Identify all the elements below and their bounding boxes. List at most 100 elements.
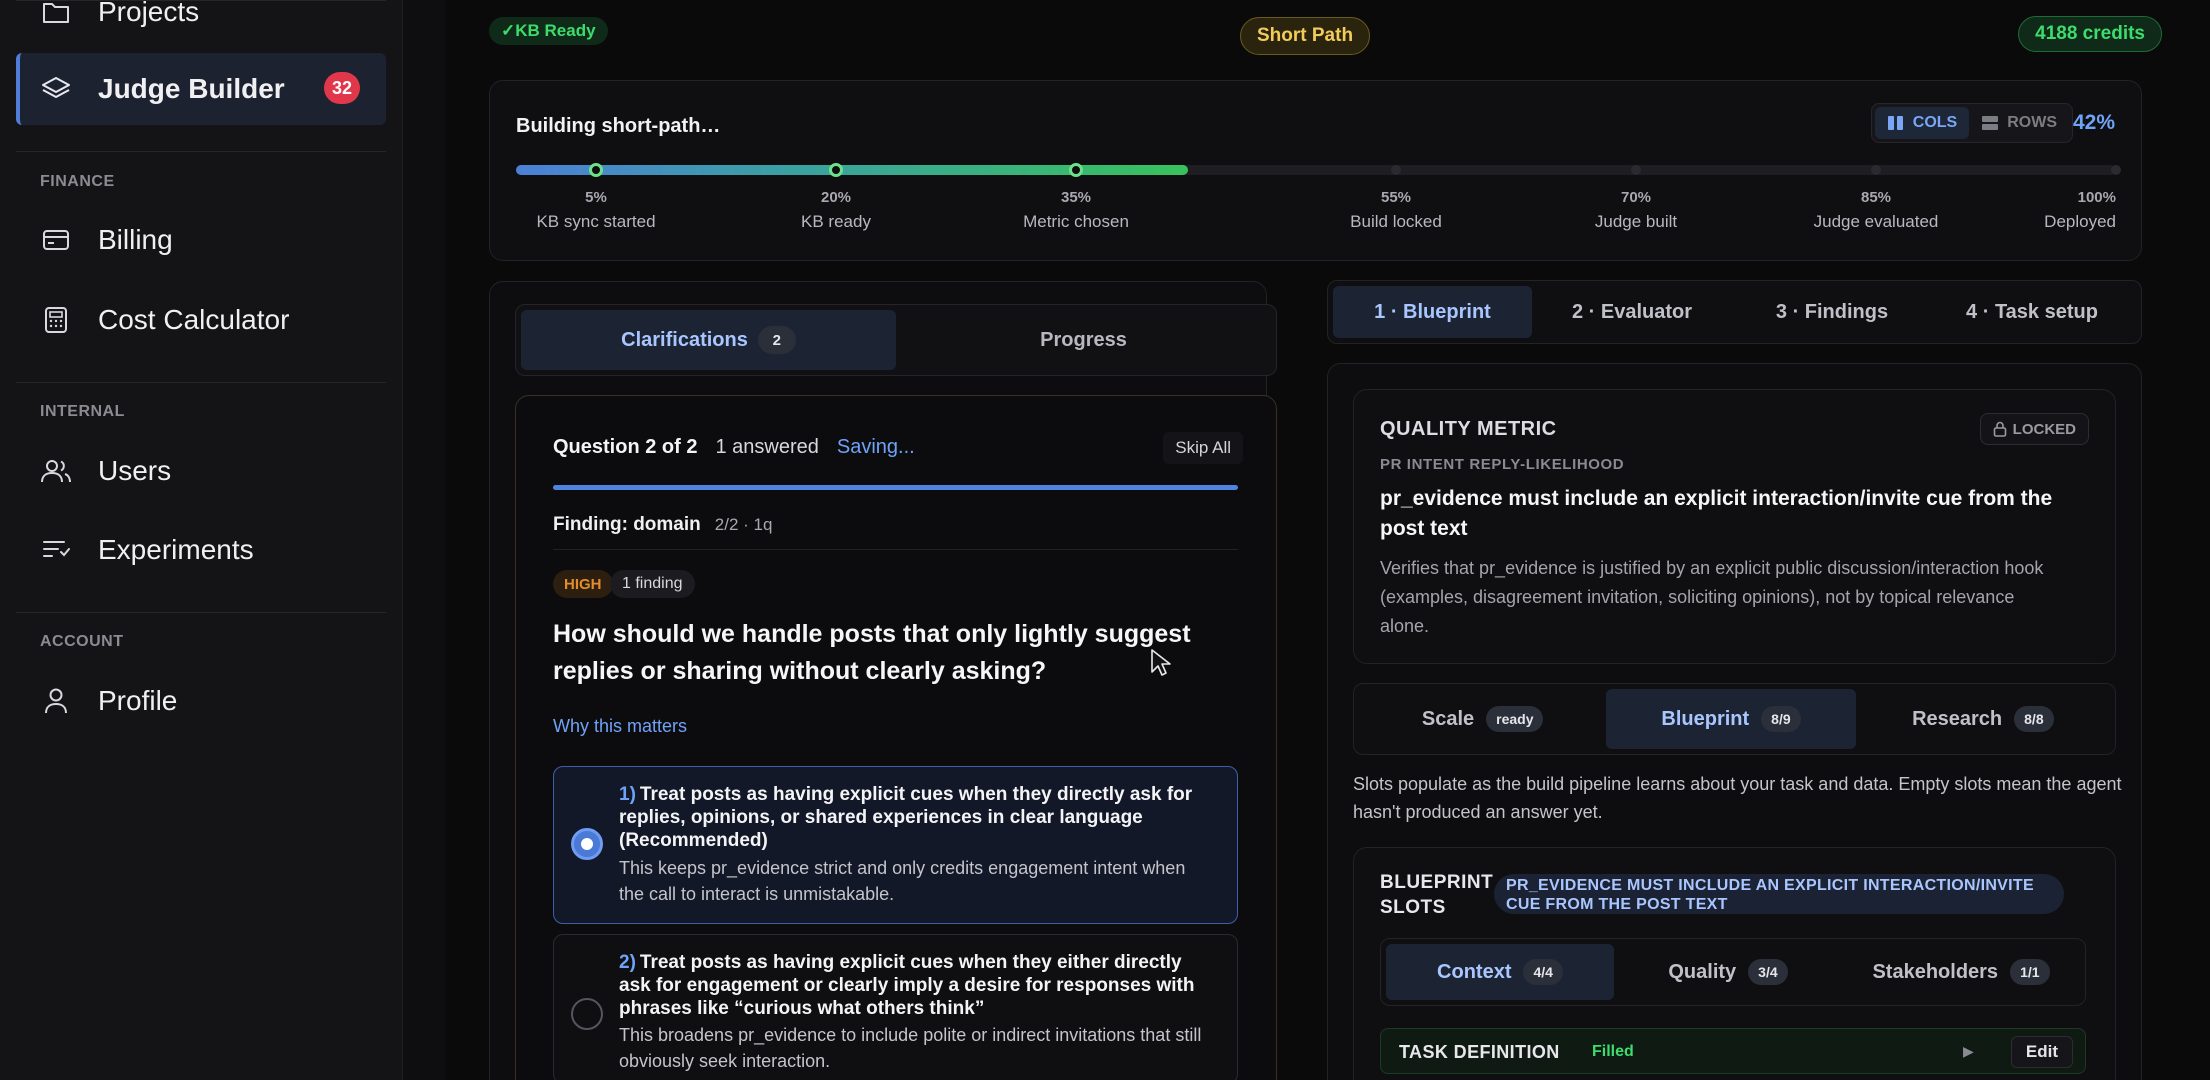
columns-icon [1887, 116, 1903, 130]
divider [553, 549, 1238, 550]
divider [16, 151, 386, 152]
milestone-label: 5% KB sync started [536, 189, 655, 232]
sidebar-item-judge-builder[interactable]: Judge Builder 32 [16, 53, 386, 125]
slot-category-tabs: Context 4/4 Quality 3/4 Stakeholders 1/1 [1380, 938, 2086, 1006]
slots-note: Slots populate as the build pipeline lea… [1353, 774, 2122, 822]
blueprint-slots-card: BLUEPRINT SLOTS PR_EVIDENCE MUST INCLUDE… [1353, 847, 2116, 1080]
divider [16, 0, 386, 1]
sidebar-item-billing[interactable]: Billing [16, 204, 386, 276]
finding-count-badge: 1 finding [610, 570, 695, 598]
progress-fill [516, 165, 1188, 175]
chevron-right-icon[interactable]: ▶ [1963, 1043, 1974, 1060]
sidebar-item-profile[interactable]: Profile [16, 665, 386, 737]
divider [16, 382, 386, 383]
sidebar-item-users[interactable]: Users [16, 435, 386, 507]
cols-label: COLS [1912, 114, 1958, 131]
saving-status: Saving... [836, 436, 915, 458]
sidebar-item-experiments[interactable]: Experiments [16, 514, 386, 586]
app-root: Projects Judge Builder 32 FINANCE Billin… [0, 0, 2210, 1080]
blueprint-panel: QUALITY METRIC LOCKED PR INTENT REPLY-LI… [1327, 363, 2142, 1080]
priority-badge: HIGH [553, 570, 613, 598]
build-progress-card: Building short-path… COLS ROWS 42% 5% KB … [489, 80, 2142, 261]
sidebar-item-cost-calculator[interactable]: Cost Calculator [16, 284, 386, 356]
milestone-label: 35% Metric chosen [1023, 189, 1129, 232]
tab-clarifications[interactable]: Clarifications 2 [521, 310, 896, 370]
path-badge: Short Path [1240, 17, 1371, 55]
tab-blueprint[interactable]: 1 · Blueprint [1333, 286, 1532, 338]
question-progress-bar [553, 485, 1238, 490]
list-filter-icon [40, 534, 72, 566]
answer-option-1[interactable]: 1) Treat posts as having explicit cues wh… [553, 766, 1238, 924]
quality-metric-heading: QUALITY METRIC [1380, 418, 1557, 440]
option-number: 2) [619, 952, 636, 973]
finding-header: Finding: domain 2/2 · 1q [553, 514, 772, 536]
locked-badge: LOCKED [1979, 413, 2089, 445]
radio-selected[interactable] [571, 828, 603, 860]
answer-option-2[interactable]: 2) Treat posts as having explicit cues wh… [553, 934, 1238, 1080]
slot-tab-label: Stakeholders [1872, 960, 1999, 983]
user-icon [40, 685, 72, 717]
milestone-label: 70% Judge built [1595, 189, 1677, 232]
tab-progress[interactable]: Progress [896, 310, 1271, 370]
slot-tab-count: 4/4 [1523, 959, 1563, 985]
subtab-label: Scale [1421, 707, 1475, 730]
why-this-matters-link[interactable]: Why this matters [553, 716, 687, 737]
milestone-percent: 35% [1060, 189, 1092, 206]
rows-view-button[interactable]: ROWS [1969, 107, 2069, 139]
slot-tab-label: Context [1437, 960, 1512, 983]
milestone-marker [1631, 165, 1641, 175]
nav-section-title: ACCOUNT [40, 633, 124, 650]
option-description: This broadens pr_evidence to include pol… [619, 1025, 1202, 1071]
edit-button[interactable]: Edit [2010, 1036, 2073, 1068]
tab-count: 2 [757, 326, 796, 354]
slot-status: Filled [1592, 1043, 1634, 1060]
scroll-gutter [403, 0, 445, 1080]
tab-findings[interactable]: 3 · Findings [1732, 286, 1932, 338]
sidebar-item-label: Users [98, 455, 172, 486]
divider [16, 612, 386, 613]
option-title: 2) Treat posts as having explicit cues wh… [619, 951, 1207, 1020]
milestone-label: 100% Deployed [2044, 189, 2116, 232]
slot-tab-label: Quality [1668, 960, 1737, 983]
sidebar-item-projects[interactable]: Projects [16, 0, 386, 48]
milestone-marker [829, 163, 843, 177]
metric-name: pr_evidence must include an explicit int… [1380, 487, 2053, 540]
rows-icon [1982, 116, 1999, 130]
blueprint-metric-chip: PR_EVIDENCE MUST INCLUDE AN EXPLICIT INT… [1494, 874, 2064, 914]
tab-evaluator[interactable]: 2 · Evaluator [1532, 286, 1732, 338]
milestone-percent: 5% [585, 189, 607, 206]
milestone-marker [589, 163, 603, 177]
subtab-count: ready [1486, 706, 1544, 732]
sidebar-item-label: Cost Calculator [98, 304, 290, 335]
milestone-marker [1391, 165, 1401, 175]
task-definition-label: TASK DEFINITION [1399, 1042, 1560, 1062]
milestone-name: KB ready [801, 212, 871, 231]
cols-view-button[interactable]: COLS [1874, 107, 1970, 139]
metric-subtitle: PR INTENT REPLY-LIKELIHOOD [1380, 456, 1625, 473]
slot-tab-context[interactable]: Context 4/4 [1386, 944, 1614, 1000]
milestone-label: 55% Build locked [1350, 189, 1442, 232]
skip-all-button[interactable]: Skip All [1163, 432, 1243, 464]
tab-task-setup[interactable]: 4 · Task setup [1932, 286, 2132, 338]
main-content: ✓KB Ready Short Path 4188 credits Buildi… [445, 0, 2210, 1080]
subtab-blueprint[interactable]: Blueprint 8/9 [1606, 689, 1856, 749]
subtab-scale[interactable]: Scale ready [1359, 689, 1606, 749]
subtab-research[interactable]: Research 8/8 [1856, 689, 2110, 749]
credits-badge: 4188 credits [2018, 16, 2162, 52]
calculator-icon [40, 304, 72, 336]
task-definition-slot[interactable]: TASK DEFINITION Filled ▶ Edit [1380, 1028, 2086, 1074]
milestone-marker [2111, 165, 2121, 175]
answered-count: 1 answered [715, 436, 819, 458]
subtab-count: 8/9 [1761, 706, 1801, 732]
rows-label: ROWS [2007, 114, 2057, 131]
milestone-percent: 70% [1620, 189, 1652, 206]
slot-tab-quality[interactable]: Quality 3/4 [1614, 944, 1842, 1000]
progress-title: Building short-path… [516, 115, 721, 137]
radio-unselected[interactable] [571, 998, 603, 1030]
slot-tab-stakeholders[interactable]: Stakeholders 1/1 [1842, 944, 2080, 1000]
progress-percent: 42% [2072, 111, 2115, 134]
milestone-label: 85% Judge evaluated [1814, 189, 1939, 232]
subtab-label: Blueprint [1661, 707, 1750, 730]
notification-badge: 32 [323, 72, 360, 104]
clarifications-panel: Clarifications 2 Progress Question 2 of … [489, 281, 1277, 1080]
